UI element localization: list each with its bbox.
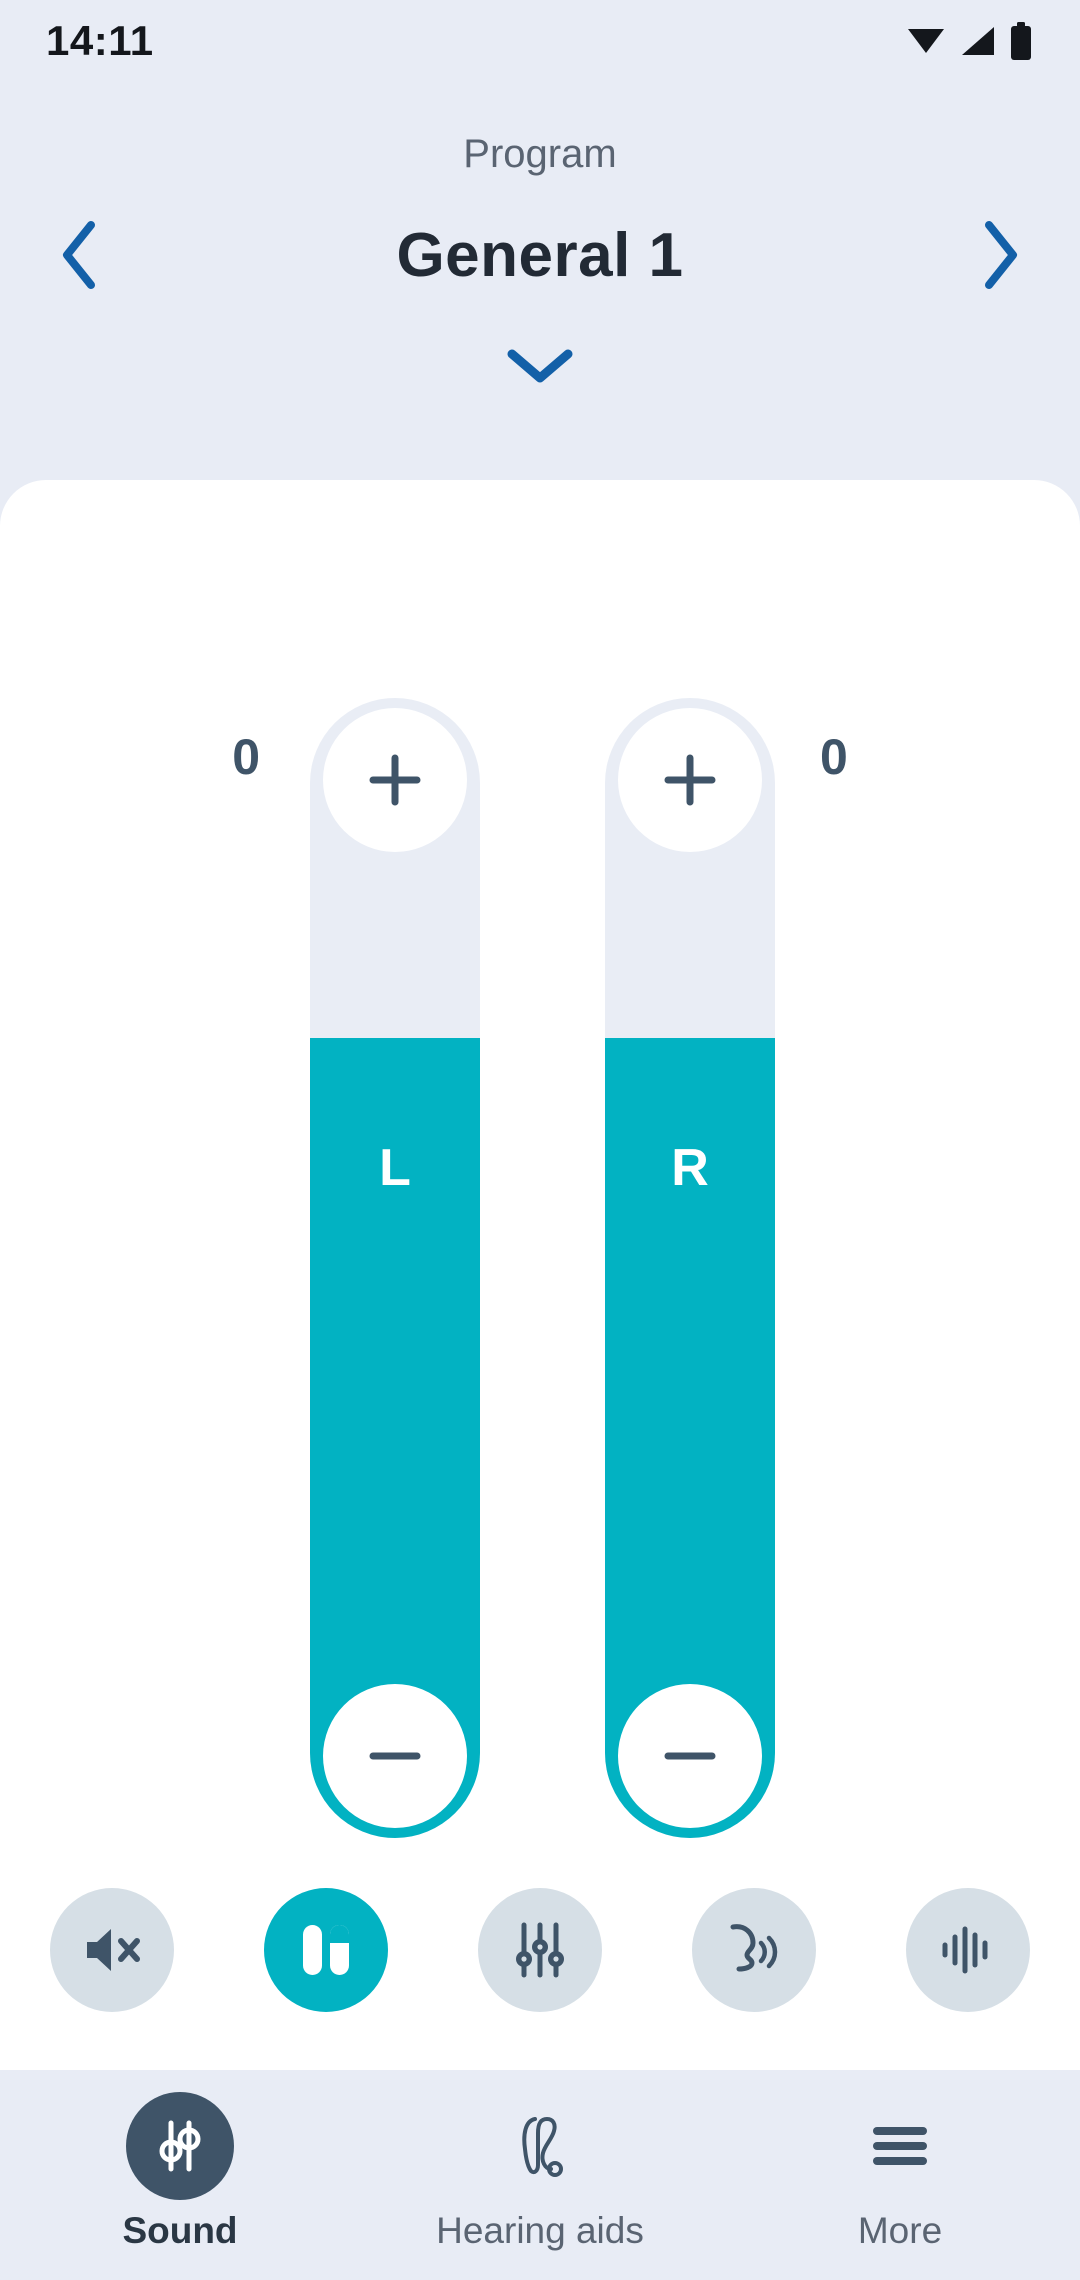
chevron-left-icon: [63, 221, 95, 289]
minus-icon: [664, 1752, 716, 1760]
nav-label-sound: Sound: [122, 2210, 238, 2251]
speech-focus-icon: [730, 1924, 778, 1972]
right-slider-track[interactable]: R: [605, 698, 775, 1838]
cellular-signal-icon: [962, 27, 994, 55]
right-volume-slider[interactable]: R: [605, 698, 775, 1838]
nav-icon-wrap-hearing-aids: [486, 2092, 594, 2200]
right-volume-decrease-button[interactable]: [618, 1684, 762, 1828]
sound-wave-icon: [942, 1926, 988, 1974]
left-volume-value: 0: [232, 729, 260, 785]
chevron-right-icon: [985, 221, 1017, 289]
program-dropdown-button[interactable]: [0, 330, 1080, 402]
left-ear-label: L: [379, 1139, 411, 1197]
volume-sliders: 0 0 L R: [0, 698, 1080, 1838]
nav-label-hearing-aids: Hearing aids: [436, 2210, 644, 2251]
status-bar: 14:11: [0, 0, 1080, 82]
sound-card: 0 0 L R: [0, 480, 1080, 2070]
bottom-navigation: Sound Hearing aids More: [0, 2070, 1080, 2280]
nav-item-hearing-aids[interactable]: Hearing aids: [390, 2092, 690, 2252]
left-volume-decrease-button[interactable]: [323, 1684, 467, 1828]
next-program-button[interactable]: [958, 205, 1042, 305]
program-label: Program: [463, 132, 617, 176]
hamburger-menu-icon: [873, 2127, 927, 2165]
right-volume-increase-button[interactable]: [618, 708, 762, 852]
program-header: Program General 1: [0, 82, 1080, 482]
sound-sliders-icon: [159, 2120, 201, 2172]
equalizer-icon: [516, 1922, 564, 1978]
wifi-icon: [908, 29, 944, 53]
balance-button[interactable]: [264, 1888, 388, 2012]
previous-program-button[interactable]: [38, 205, 122, 305]
battery-icon: [1011, 22, 1031, 60]
left-volume-slider[interactable]: L: [310, 698, 480, 1838]
status-icons: [906, 22, 1034, 60]
mute-button[interactable]: [50, 1888, 174, 2012]
left-slider-track[interactable]: L: [310, 698, 480, 1838]
nav-item-sound[interactable]: Sound: [30, 2092, 330, 2252]
left-volume-increase-button[interactable]: [323, 708, 467, 852]
nav-icon-wrap-sound: [126, 2092, 234, 2200]
minus-icon: [369, 1752, 421, 1760]
program-title: General 1: [396, 220, 684, 290]
right-ear-label: R: [671, 1139, 709, 1197]
chevron-down-icon: [507, 349, 573, 383]
action-buttons-row: [0, 1880, 1080, 2020]
hearing-aid-icon: [522, 2117, 563, 2177]
plus-icon: [664, 754, 716, 806]
nav-icon-wrap-more: [846, 2092, 954, 2200]
status-time: 14:11: [46, 17, 154, 64]
balance-bars-icon: [303, 1925, 349, 1975]
nav-label-more: More: [857, 2210, 943, 2251]
sound-wave-button[interactable]: [906, 1888, 1030, 2012]
program-selector-row: General 1: [0, 200, 1080, 310]
speaker-mute-icon: [87, 1929, 140, 1971]
plus-icon: [369, 754, 421, 806]
app-root: 14:11 Program General 1 0 0 L R Sound He…: [0, 0, 1080, 2280]
nav-item-more[interactable]: More: [750, 2092, 1050, 2252]
speech-focus-button[interactable]: [692, 1888, 816, 2012]
equalizer-button[interactable]: [478, 1888, 602, 2012]
right-volume-value: 0: [820, 729, 848, 785]
